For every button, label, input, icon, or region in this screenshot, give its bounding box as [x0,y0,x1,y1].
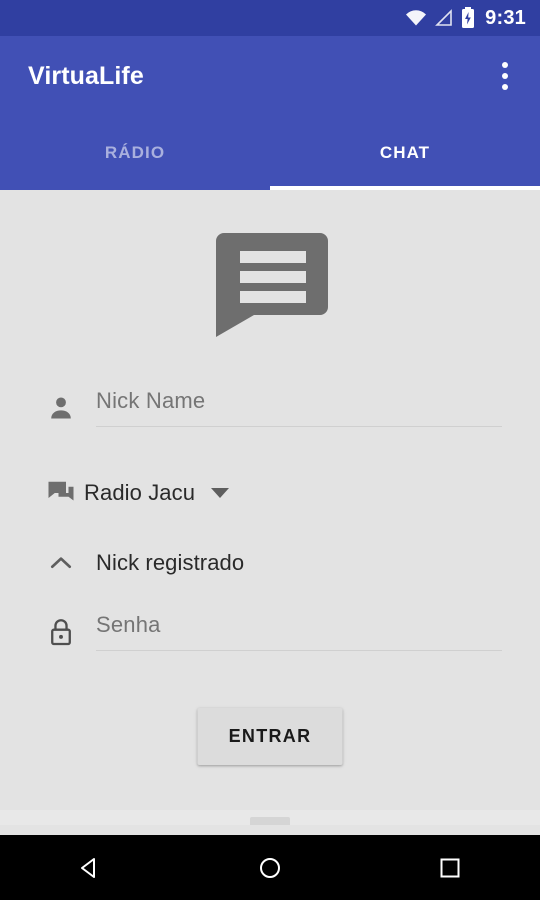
person-icon [38,394,84,422]
station-spinner[interactable]: Radio Jacu [84,480,230,506]
tab-chat[interactable]: CHAT [270,116,540,190]
chat-login-form: Radio Jacu Nick registrado [0,190,540,825]
lock-icon [38,617,84,647]
app-bar: VirtuaLife [0,36,540,116]
battery-charging-icon [461,7,475,29]
password-input-wrap [96,612,502,651]
overflow-dot [502,73,508,79]
home-circle-icon[interactable] [225,835,315,900]
tab-radio[interactable]: RÁDIO [0,116,270,190]
overflow-dot [502,84,508,90]
overflow-menu-icon[interactable] [490,56,520,96]
forum-icon [38,478,84,508]
nickname-field-row [0,388,540,427]
password-underline [96,650,502,651]
entrar-button[interactable]: ENTRAR [197,708,343,765]
chevron-down-icon [211,488,230,498]
nickname-input[interactable] [96,388,502,426]
chevron-up-icon[interactable] [38,548,84,578]
password-field-row [0,612,540,651]
status-bar: 9:31 [0,0,540,36]
tab-bar: RÁDIO CHAT [0,116,540,190]
nickname-underline [96,426,502,427]
recents-square-icon[interactable] [405,835,495,900]
app-title: VirtuaLife [28,61,144,90]
back-triangle-icon[interactable] [45,835,135,900]
registered-nick-row[interactable]: Nick registrado [0,548,540,578]
phone-screen: 9:31 VirtuaLife RÁDIO CHAT Nick Name Rad… [0,0,540,900]
tab-chat-label: CHAT [379,143,431,162]
station-spinner-row: Radio Jacu [0,478,540,508]
chat-bubble-icon [210,225,330,337]
content-bottom-notch [250,817,290,825]
nickname-input-wrap [96,388,502,427]
overflow-dot [502,62,508,68]
registered-nick-label: Nick registrado [96,550,245,575]
password-input[interactable] [96,612,502,650]
android-nav-bar [0,835,540,900]
station-selected-label: Radio Jacu [84,480,196,505]
status-bar-clock: 9:31 [485,6,526,29]
tab-radio-label: RÁDIO [104,143,166,162]
wifi-icon [405,9,427,27]
cellular-signal-icon [435,9,453,27]
